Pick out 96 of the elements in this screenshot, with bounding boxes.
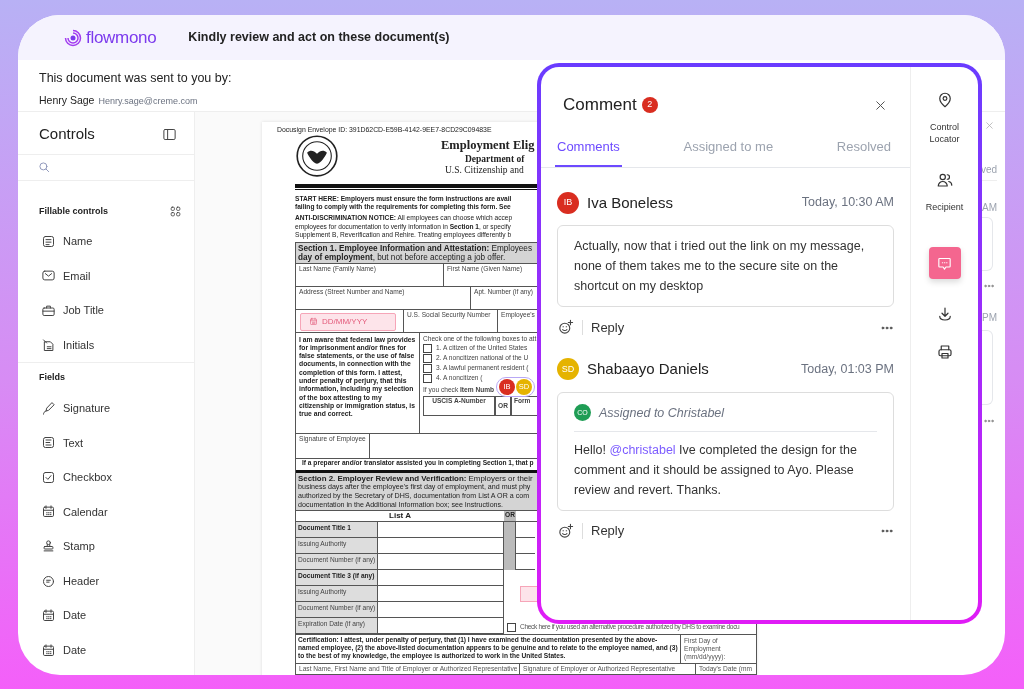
reply-button[interactable]: Reply — [582, 523, 625, 539]
comment-text: Actually, now that i tried out the link on my message, none of them takes me to the secure site on the shortcut on my desktop — [574, 238, 866, 295]
stamp-icon — [41, 539, 56, 555]
table-cell[interactable] — [378, 601, 504, 618]
page-title: Kindly review and act on these document(s) — [188, 29, 450, 47]
brand-name: flowmono — [86, 26, 157, 49]
avatar: IB — [557, 191, 579, 214]
people-icon — [935, 171, 954, 190]
form-title: Employment Elig — [441, 138, 535, 154]
calendar-icon — [41, 504, 56, 520]
timestamp: AM — [982, 201, 997, 215]
table-cell[interactable] — [378, 553, 504, 570]
control-item[interactable]: Header — [39, 563, 194, 599]
group-heading: Fillable controls — [39, 204, 108, 218]
header-icon — [41, 573, 56, 589]
calendar-icon — [41, 608, 56, 624]
control-label: Email — [63, 268, 91, 284]
control-label: Calendar — [63, 504, 108, 520]
author-name: Iva Boneless — [587, 192, 673, 213]
tool-button[interactable] — [935, 343, 954, 362]
control-item[interactable]: Calendar — [39, 494, 194, 530]
tool-label: Recipient — [925, 201, 964, 214]
control-label: Stamp — [63, 539, 95, 555]
control-item[interactable]: Date — [39, 633, 194, 668]
envelope-icon — [41, 268, 56, 284]
text-lines-icon — [41, 435, 56, 451]
control-item[interactable]: Checkbox — [39, 460, 194, 495]
control-item[interactable]: Name — [39, 224, 194, 259]
calendar-icon — [41, 642, 56, 658]
printer-icon — [935, 343, 954, 362]
control-item[interactable]: Date — [39, 598, 194, 634]
group-heading: Fields — [39, 371, 65, 385]
checkbox-icon — [41, 469, 56, 485]
briefcase-icon — [41, 303, 56, 318]
control-label: Header — [63, 573, 100, 589]
grid-icon[interactable] — [169, 204, 182, 218]
sidebar-toggle-icon[interactable] — [162, 126, 177, 142]
control-label: Date — [63, 643, 87, 659]
tool-label: Control Locator — [928, 121, 961, 146]
timestamp: Today, 10:30 AM — [801, 194, 894, 212]
sender-email: Henry.sage@creme.com — [98, 94, 198, 108]
signature-placeholder[interactable] — [520, 585, 540, 602]
tool-button[interactable]: Control Locator — [919, 91, 970, 146]
checkbox[interactable] — [423, 353, 432, 363]
pen-document-icon — [41, 337, 56, 353]
sender-intro: This document was sent to you by: — [39, 70, 233, 87]
checkbox[interactable] — [423, 343, 432, 353]
search-icon[interactable] — [37, 160, 51, 174]
control-item[interactable]: Email — [39, 258, 194, 294]
calendar-icon — [309, 317, 318, 327]
timestamp: Today, 01:03 PM — [801, 360, 894, 378]
control-item[interactable]: Text — [39, 425, 194, 461]
avatar: SD — [557, 358, 579, 381]
table-cell[interactable] — [378, 585, 504, 602]
brush-icon — [41, 400, 56, 416]
control-item[interactable]: Job Title — [39, 293, 194, 328]
control-label: Date — [63, 608, 87, 624]
control-label: Text — [63, 435, 84, 451]
department-name: Department of — [465, 153, 525, 166]
section-heading: day of employment, but not before accepting a job offer. — [298, 252, 506, 262]
control-label: Initials — [63, 337, 95, 353]
reply-button[interactable]: Reply — [582, 319, 625, 336]
checkbox[interactable] — [423, 373, 432, 383]
control-label: Signature — [63, 400, 111, 416]
table-cell[interactable] — [378, 521, 504, 538]
section-heading: Section 1. Employee Information and Attestation: Employees — [298, 243, 532, 253]
sidebar-title: Controls — [39, 124, 95, 144]
control-label: Job Title — [63, 303, 104, 319]
checkbox[interactable] — [423, 363, 432, 373]
control-item[interactable]: Initials — [39, 327, 194, 363]
mention-link[interactable]: @christabel — [609, 442, 676, 457]
control-item[interactable]: Stamp — [39, 529, 194, 564]
tool-button[interactable]: Recipient — [925, 171, 964, 214]
add-reaction-icon[interactable] — [557, 319, 574, 336]
agency-name: U.S. Citizenship and — [445, 165, 524, 177]
timestamp: PM — [982, 311, 997, 325]
table-cell[interactable] — [378, 617, 504, 634]
panel-title: Comment — [563, 94, 637, 117]
add-reaction-icon[interactable] — [557, 522, 574, 540]
id-card-icon — [41, 233, 56, 249]
control-label: Name — [63, 234, 93, 250]
author-name: Shabaayo Daniels — [587, 359, 709, 379]
comment-text: Hello! @christabel Ive completed the design for the comment and it should be assigned to Ayo. Please review and revert. Thanks. — [574, 441, 858, 499]
control-label: Checkbox — [63, 470, 112, 486]
table-cell[interactable] — [378, 569, 504, 586]
table-cell[interactable] — [378, 537, 504, 554]
swirl-logo-icon — [63, 27, 83, 48]
control-item[interactable]: Signature — [39, 390, 194, 426]
count-badge: 2 — [641, 97, 658, 113]
assignment-text: Assigned to Christabel — [599, 404, 725, 422]
close-icon — [984, 120, 995, 131]
seal-emblem — [295, 134, 339, 179]
sender-name: Henry Sage — [39, 92, 95, 108]
checkbox[interactable] — [507, 622, 516, 632]
list-heading: List A — [389, 511, 411, 521]
tab[interactable]: Comments — [555, 133, 622, 167]
